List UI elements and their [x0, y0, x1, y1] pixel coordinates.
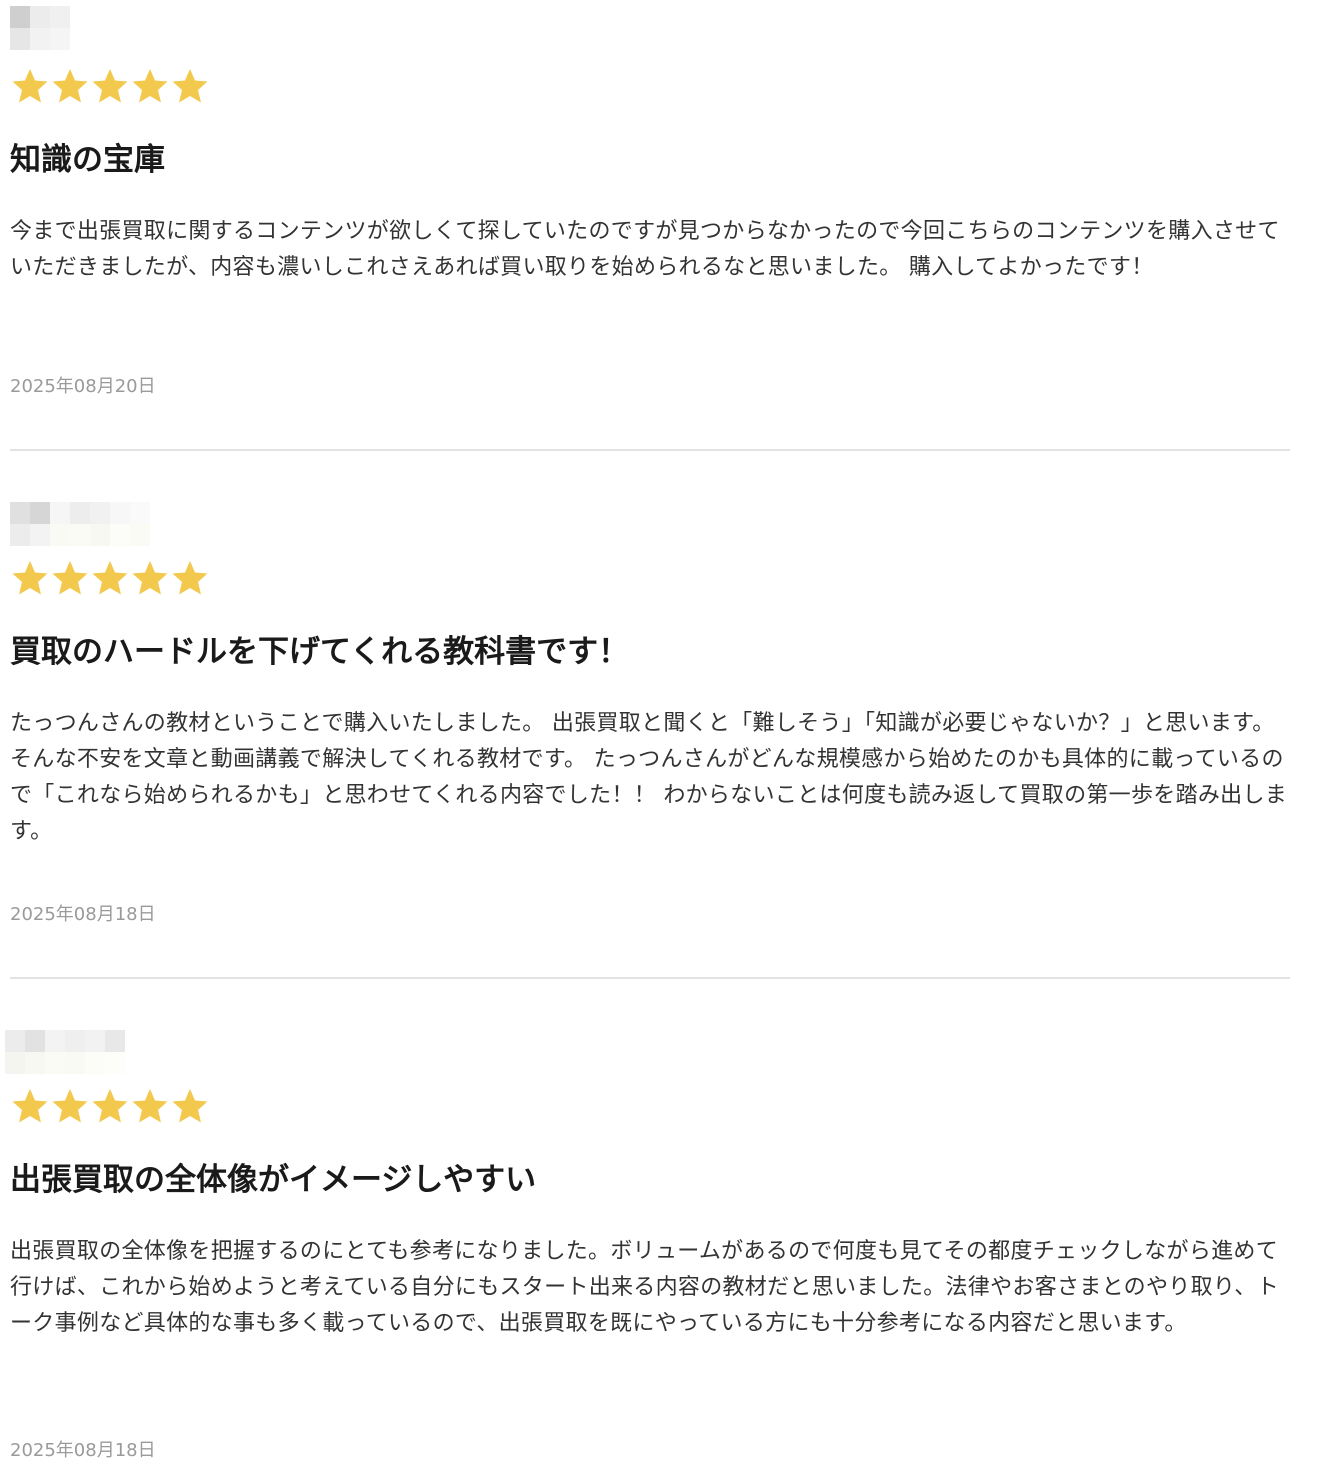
review-title: 知識の宝庫	[10, 142, 165, 178]
star-icon	[50, 1086, 90, 1126]
blurred-avatar-icon	[10, 6, 170, 50]
star-icon	[90, 558, 130, 598]
star-icon	[130, 66, 170, 106]
star-icon	[130, 1086, 170, 1126]
star-icon	[50, 66, 90, 106]
review-divider	[10, 977, 1290, 979]
star-icon	[10, 66, 50, 106]
star-rating	[10, 66, 210, 106]
star-icon	[10, 558, 50, 598]
star-icon	[10, 1086, 50, 1126]
star-rating	[10, 1086, 210, 1126]
review-date: 2025年08月18日	[10, 1440, 156, 1461]
review-title: 出張買取の全体像がイメージしやすい	[10, 1162, 537, 1198]
review-date: 2025年08月18日	[10, 904, 156, 925]
review-body: たっつんさんの教材ということで購入いたしました。 出張買取と聞くと「難しそう」「…	[10, 711, 1288, 844]
star-icon	[170, 558, 210, 598]
star-icon	[50, 558, 90, 598]
blurred-avatar-icon	[5, 1030, 165, 1074]
review-body: 出張買取の全体像を把握するのにとても参考になりました。ボリュームがあるので何度も…	[10, 1239, 1279, 1336]
star-icon	[170, 66, 210, 106]
review-title: 買取のハードルを下げてくれる教科書です！	[10, 634, 630, 670]
star-icon	[90, 1086, 130, 1126]
review-divider	[10, 449, 1290, 451]
blurred-avatar-icon	[10, 502, 170, 546]
review-body: 今まで出張買取に関するコンテンツが欲しくて探していたのですが見つからなかったので…	[10, 219, 1280, 280]
star-icon	[130, 558, 170, 598]
star-icon	[170, 1086, 210, 1126]
star-icon	[90, 66, 130, 106]
star-rating	[10, 558, 210, 598]
review-date: 2025年08月20日	[10, 376, 156, 397]
